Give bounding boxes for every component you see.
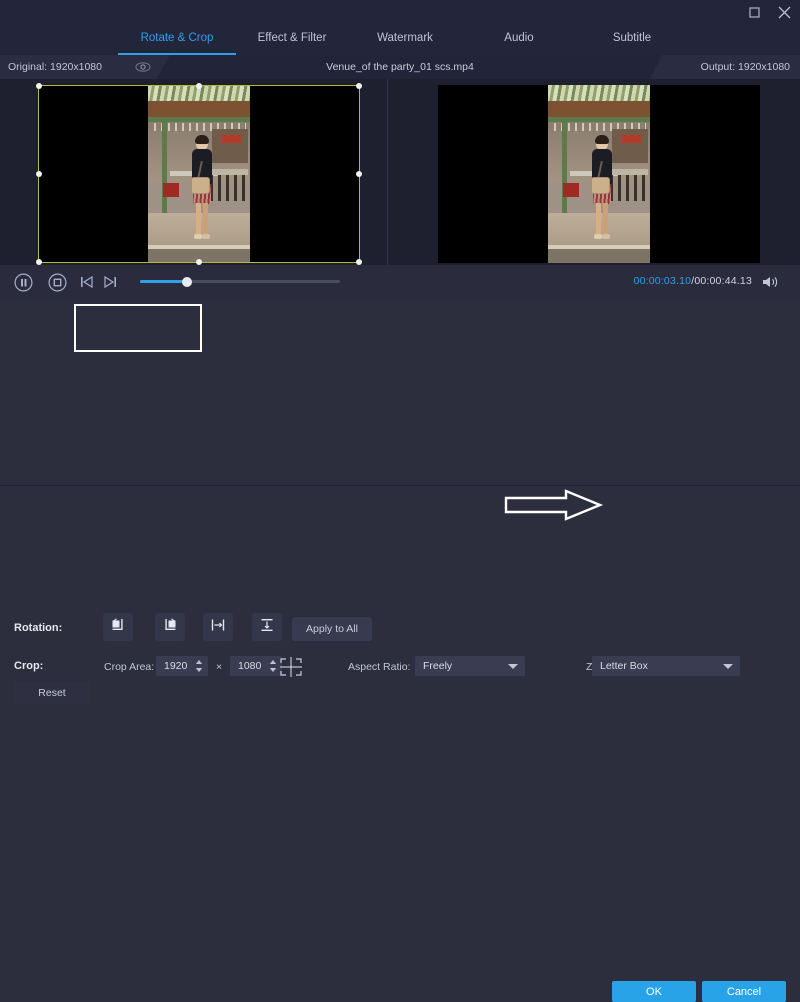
info-strip: Original: 1920x1080 Venue_of the party_0…: [0, 55, 800, 79]
cancel-button[interactable]: Cancel: [702, 981, 786, 1002]
tab-bar: Rotate & Crop Effect & Filter Watermark …: [0, 24, 800, 55]
crop-handle-top-left[interactable]: [36, 83, 42, 89]
tab-label: Rotate & Crop: [141, 32, 214, 44]
volume-icon[interactable]: [762, 275, 780, 289]
next-frame-icon[interactable]: [102, 274, 118, 295]
rotation-label: Rotation:: [14, 622, 62, 634]
output-video-frame: [438, 85, 760, 263]
footer-bar: OK Cancel: [0, 486, 800, 523]
ok-button[interactable]: OK: [612, 981, 696, 1002]
flip-vertical-button[interactable]: [252, 613, 282, 641]
apply-to-all-button[interactable]: Apply to All: [292, 617, 372, 641]
file-name: Venue_of the party_01 scs.mp4: [180, 55, 620, 79]
rotate-left-icon: [110, 617, 126, 638]
tab-label: Subtitle: [613, 32, 651, 44]
crop-handle-middle-right[interactable]: [356, 171, 362, 177]
crop-height-stepper[interactable]: [268, 658, 278, 674]
output-resolution-chip: Output: 1920x1080: [650, 55, 800, 79]
previous-frame-icon[interactable]: [79, 274, 95, 295]
tab-label: Watermark: [377, 32, 433, 44]
chevron-down-icon: [723, 664, 733, 669]
zoom-mode-select[interactable]: Letter Box: [592, 656, 740, 676]
playback-slider-fill: [140, 280, 188, 283]
crop-handle-middle-left[interactable]: [36, 171, 42, 177]
source-video-image: [148, 85, 250, 263]
reset-button[interactable]: Reset: [14, 682, 90, 704]
chevron-down-icon: [508, 664, 518, 669]
settings-panel: Rotation:: [0, 299, 800, 485]
tab-watermark[interactable]: Watermark: [348, 24, 462, 55]
title-bar: [0, 0, 800, 24]
crop-handle-top-right[interactable]: [356, 83, 362, 89]
rotate-left-button[interactable]: [103, 613, 133, 641]
tab-rotate-crop[interactable]: Rotate & Crop: [118, 24, 236, 55]
crop-width-stepper[interactable]: [194, 658, 204, 674]
preview-area: [0, 79, 800, 265]
crop-area-label: Crop Area:: [104, 661, 154, 673]
preview-divider: [387, 79, 388, 265]
total-time: /00:00:44.13: [691, 275, 752, 287]
original-resolution-label: Original: 1920x1080: [8, 61, 102, 73]
crop-handle-top-center[interactable]: [196, 83, 202, 89]
playback-slider[interactable]: [140, 280, 340, 283]
maximize-icon[interactable]: [746, 4, 762, 20]
window-controls: [746, 0, 792, 24]
output-video-image: [548, 85, 650, 263]
current-time: 00:00:03.10: [634, 275, 692, 287]
zoom-mode-value: Letter Box: [600, 660, 648, 672]
output-preview-pane[interactable]: [393, 79, 800, 265]
output-resolution-label: Output: 1920x1080: [701, 61, 790, 73]
flip-horizontal-button[interactable]: [203, 613, 233, 641]
source-preview-pane[interactable]: [0, 79, 385, 265]
rotate-right-icon: [162, 617, 178, 638]
flip-horizontal-icon: [210, 617, 226, 638]
aspect-ratio-label: Aspect Ratio:: [348, 661, 410, 673]
crop-width-input[interactable]: 1920: [156, 656, 208, 676]
aspect-ratio-value: Freely: [423, 660, 452, 672]
file-name-label: Venue_of the party_01 scs.mp4: [326, 61, 474, 73]
transport-bar: 00:00:03.10/00:00:44.13: [0, 265, 800, 299]
tab-subtitle[interactable]: Subtitle: [576, 24, 688, 55]
tab-label: Effect & Filter: [258, 32, 327, 44]
crop-position-icon[interactable]: [278, 656, 304, 678]
playback-slider-knob[interactable]: [182, 277, 192, 287]
tab-audio[interactable]: Audio: [462, 24, 576, 55]
crop-label: Crop:: [14, 660, 43, 672]
rotate-right-button[interactable]: [155, 613, 185, 641]
stop-icon[interactable]: [48, 273, 67, 297]
aspect-ratio-select[interactable]: Freely: [415, 656, 525, 676]
crop-dimension-separator: ×: [216, 661, 222, 673]
close-icon[interactable]: [776, 4, 792, 20]
pause-icon[interactable]: [14, 273, 33, 297]
flip-vertical-icon: [259, 617, 275, 638]
eye-icon[interactable]: [135, 60, 151, 74]
tab-label: Audio: [504, 32, 533, 44]
tab-effect-filter[interactable]: Effect & Filter: [236, 24, 348, 55]
crop-height-input[interactable]: 1080: [230, 656, 282, 676]
timecode-display: 00:00:03.10/00:00:44.13: [634, 275, 752, 287]
crop-width-value: 1920: [164, 660, 187, 672]
source-video-frame: [38, 85, 360, 263]
crop-height-value: 1080: [238, 660, 261, 672]
